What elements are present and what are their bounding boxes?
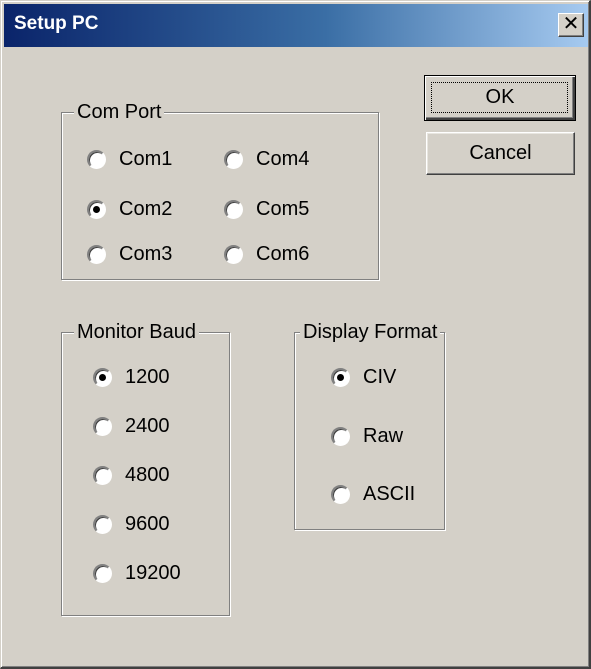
radio-baud-1200[interactable]: 1200 [93,366,170,389]
radio-circle [331,427,350,446]
radio-baud-19200[interactable]: 19200 [93,562,181,585]
radio-label-9600: 9600 [125,513,170,535]
radio-label-19200: 19200 [125,562,181,584]
radio-label-2400: 2400 [125,415,170,437]
radio-circle [93,417,112,436]
radio-circle [331,485,350,504]
radio-label-com2: Com2 [119,198,173,220]
radio-format-ascii[interactable]: ASCII [331,483,415,506]
radio-circle [87,150,106,169]
radio-circle [93,368,112,387]
title-bar[interactable]: Setup PC ✕ [4,4,588,47]
radio-format-civ[interactable]: CIV [331,366,396,389]
radio-label-com1: Com1 [119,148,173,170]
com-port-group: Com Port Com1 Com4 Com2 Com5 Com3 Com6 [61,101,379,280]
radio-label-com3: Com3 [119,243,173,265]
setup-pc-dialog: Setup PC ✕ OK Cancel Com Port Com1 Com4 … [0,0,591,669]
radio-baud-4800[interactable]: 4800 [93,464,170,487]
radio-com2[interactable]: Com2 [87,198,172,221]
radio-circle [224,200,243,219]
radio-label-4800: 4800 [125,464,170,486]
monitor-baud-legend: Monitor Baud [74,321,199,344]
radio-circle [331,368,350,387]
radio-com3[interactable]: Com3 [87,243,172,266]
radio-baud-9600[interactable]: 9600 [93,513,170,536]
radio-circle [87,245,106,264]
display-format-group: Display Format CIV Raw ASCII [294,321,445,530]
radio-com6[interactable]: Com6 [224,243,309,266]
radio-circle [93,515,112,534]
radio-selected-dot [99,374,106,381]
radio-format-raw[interactable]: Raw [331,425,403,448]
radio-circle [93,466,112,485]
display-format-legend: Display Format [300,321,441,344]
focus-rectangle [431,82,568,113]
radio-circle [87,200,106,219]
close-icon: ✕ [562,13,580,35]
com-port-legend: Com Port [74,101,165,124]
close-button[interactable]: ✕ [558,13,584,37]
radio-selected-dot [93,206,100,213]
monitor-baud-group: Monitor Baud 1200 2400 4800 9600 19200 [61,321,230,616]
radio-label-civ: CIV [363,366,397,388]
radio-com1[interactable]: Com1 [87,148,172,171]
radio-circle [93,564,112,583]
radio-com4[interactable]: Com4 [224,148,309,171]
cancel-button-label: Cancel [469,142,532,164]
radio-label-raw: Raw [363,425,404,447]
radio-label-ascii: ASCII [363,483,416,505]
radio-circle [224,245,243,264]
ok-button[interactable]: OK [424,75,576,121]
radio-label-com6: Com6 [256,243,310,265]
cancel-button[interactable]: Cancel [426,132,575,175]
radio-label-com5: Com5 [256,198,310,220]
radio-label-1200: 1200 [125,366,170,388]
radio-label-com4: Com4 [256,148,310,170]
window-title: Setup PC [14,13,99,34]
radio-circle [224,150,243,169]
radio-selected-dot [337,374,344,381]
radio-com5[interactable]: Com5 [224,198,309,221]
radio-baud-2400[interactable]: 2400 [93,415,170,438]
